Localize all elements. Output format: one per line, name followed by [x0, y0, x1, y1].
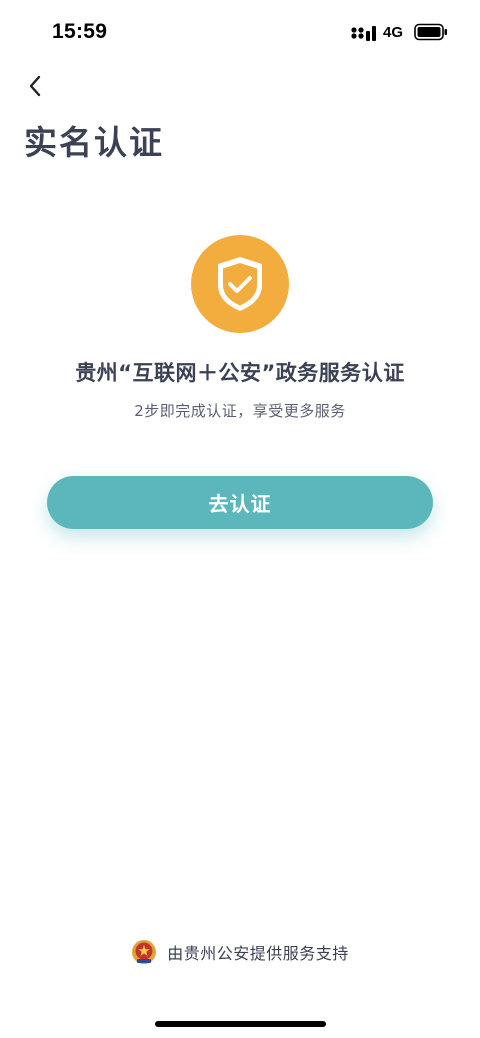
status-time: 15:59 — [52, 20, 108, 43]
page-title: 实名认证 — [24, 123, 164, 162]
back-button[interactable] — [20, 70, 50, 102]
real-name-verification-screen: 15:59 4G 实名认证 贵州“互联网＋公安”政务服务认证 2步即完成认证，享… — [0, 0, 480, 1038]
signal-icon — [351, 26, 376, 41]
police-emblem-icon — [132, 940, 157, 964]
home-indicator[interactable] — [155, 1021, 326, 1027]
headline: 贵州“互联网＋公安”政务服务认证 — [75, 361, 405, 385]
battery-icon — [414, 23, 447, 41]
subline: 2步即完成认证，享受更多服务 — [134, 402, 346, 420]
network-type: 4G — [383, 24, 404, 41]
verify-button[interactable]: 去认证 — [47, 476, 433, 529]
status-bar: 15:59 4G — [0, 0, 480, 64]
shield-check-badge — [191, 235, 289, 333]
footer-text: 由贵州公安提供服务支持 — [167, 944, 349, 963]
chevron-left-icon — [29, 75, 41, 97]
footer: 由贵州公安提供服务支持 — [0, 938, 480, 966]
shield-check-icon — [218, 257, 262, 311]
